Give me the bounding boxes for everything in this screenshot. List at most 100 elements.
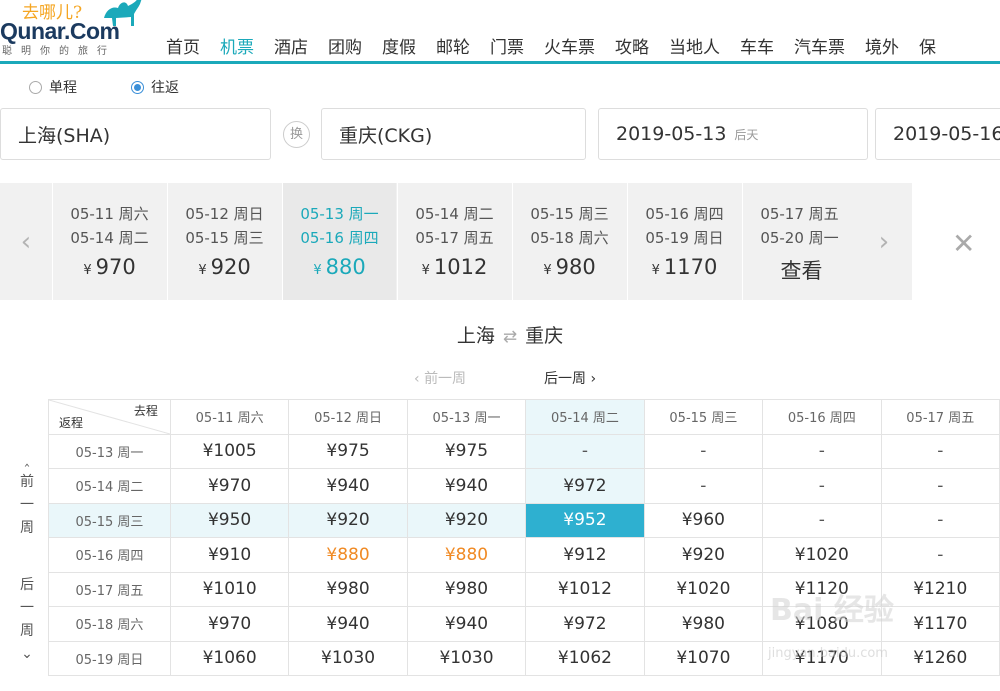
return-date-header: 05-18 周六 (48, 606, 171, 642)
price-cell[interactable]: ¥1080 (762, 606, 882, 642)
price-cell[interactable]: ¥972 (525, 468, 645, 504)
price-cell[interactable]: ¥975 (406, 433, 527, 469)
price-cell[interactable]: ¥1060 (169, 640, 290, 676)
price-cell[interactable]: ¥980 (643, 606, 764, 642)
price-cell[interactable]: ¥910 (169, 537, 290, 573)
price-cell[interactable]: ¥1062 (525, 640, 645, 676)
return-date: 05-16 周四 (300, 229, 379, 247)
nav-item[interactable]: 度假 (382, 33, 416, 58)
depart-date-hint: 后天 (734, 127, 759, 142)
price-cell[interactable]: ¥920 (406, 502, 527, 538)
side-prev-week-button[interactable]: ‸ 前一周 (18, 448, 36, 540)
nav-item[interactable]: 保 (919, 33, 936, 58)
price-cell[interactable]: ¥1005 (169, 433, 290, 469)
price-cell: - (762, 502, 882, 538)
price-cell[interactable]: ¥1020 (762, 537, 882, 573)
price-cell[interactable]: ¥980 (406, 571, 527, 607)
price-cell[interactable]: ¥960 (643, 502, 764, 538)
nav-item[interactable]: 团购 (328, 33, 362, 58)
price-cell[interactable]: ¥1260 (880, 640, 1000, 676)
chevron-left-icon[interactable]: ‹ (0, 183, 52, 300)
return-date-header: 05-16 周四 (48, 537, 171, 573)
price-cell[interactable]: ¥970 (169, 468, 290, 504)
side-label-char: 前 (20, 474, 34, 490)
price-cell[interactable]: ¥920 (643, 537, 764, 573)
nav-item[interactable]: 酒店 (274, 33, 308, 58)
date-option[interactable]: 05-17 周五 05-20 周一 查看 (742, 183, 856, 300)
prev-week-link[interactable]: ‹ 前一周 (414, 368, 466, 388)
site-header: 去哪儿? Qunar.Com 聪明你的旅行 首页 机票 酒店 团购 度假 邮轮 门票 火车票攻… (0, 0, 1000, 62)
price-cell[interactable]: ¥1170 (880, 606, 1000, 642)
depart-date-input[interactable]: 2019-05-13 后天 (598, 108, 868, 160)
chevron-right-icon[interactable]: › (858, 183, 910, 300)
price-cell[interactable]: ¥1030 (406, 640, 527, 676)
price-value: 980 (555, 255, 596, 279)
price-cell[interactable]: ¥952 (525, 502, 645, 538)
price-cell: - (762, 433, 882, 469)
return-date: 05-17 周五 (415, 229, 494, 247)
price-cell[interactable]: ¥940 (288, 606, 408, 642)
price-cell[interactable]: ¥880 (288, 537, 408, 573)
nav-item[interactable]: 当地人 (669, 33, 720, 58)
currency-symbol: ¥ (83, 263, 92, 278)
price-cell: - (880, 433, 1000, 469)
nav-item[interactable]: 门票 (490, 33, 524, 58)
price-cell[interactable]: ¥920 (288, 502, 408, 538)
arrival-city-input[interactable]: 重庆(CKG) (321, 108, 586, 160)
price-cell[interactable]: ¥975 (288, 433, 408, 469)
next-week-link[interactable]: 后一周 › (544, 368, 596, 388)
nav-item[interactable]: 境外 (865, 33, 899, 58)
price-cell[interactable]: ¥912 (525, 537, 645, 573)
date-option[interactable]: 05-13 周一 05-16 周四 ¥880 (282, 183, 396, 300)
date-option[interactable]: 05-15 周三 05-18 周六 ¥980 (512, 183, 626, 300)
nav-item[interactable]: 汽车票 (794, 33, 845, 58)
price-cell[interactable]: ¥1210 (880, 571, 1000, 607)
currency-symbol: ¥ (651, 263, 660, 278)
side-next-week-button[interactable]: 后一周 ⌄ (18, 574, 36, 666)
price-cell[interactable]: ¥940 (406, 468, 527, 504)
price-cell[interactable]: ¥1010 (169, 571, 290, 607)
date-option[interactable]: 05-14 周二 05-17 周五 ¥1012 (397, 183, 511, 300)
price-cell[interactable]: ¥1012 (525, 571, 645, 607)
price-cell[interactable]: ¥1030 (288, 640, 408, 676)
date-option[interactable]: 05-11 周六 05-14 周二 ¥970 (52, 183, 166, 300)
price-cell[interactable]: ¥880 (406, 537, 527, 573)
date-option[interactable]: 05-16 周四 05-19 周日 ¥1170 (627, 183, 741, 300)
return-date: 05-20 周一 (760, 229, 839, 247)
outbound-date: 05-14 周二 (415, 205, 494, 223)
round-trip-radio[interactable]: 往返 (131, 76, 179, 98)
close-icon[interactable]: ✕ (952, 230, 975, 258)
departure-city-input[interactable]: 上海(SHA) (0, 108, 271, 160)
qunar-logo[interactable]: 去哪儿? Qunar.Com 聪明你的旅行 (0, 0, 160, 62)
price-cell[interactable]: ¥940 (288, 468, 408, 504)
price-cell[interactable]: ¥972 (525, 606, 645, 642)
one-way-radio[interactable]: 单程 (29, 76, 77, 98)
swap-cities-button[interactable]: 换 (283, 121, 310, 148)
outbound-date-header: 05-16 周四 (762, 399, 882, 435)
date-option[interactable]: 05-12 周日 05-15 周三 ¥920 (167, 183, 281, 300)
price-cell[interactable]: ¥1020 (643, 571, 764, 607)
nav-item[interactable]: 机票 (220, 33, 254, 58)
return-date-header: 05-15 周三 (48, 502, 171, 538)
price-cell[interactable]: ¥940 (406, 606, 527, 642)
return-date-input[interactable]: 2019-05-16 (875, 108, 1000, 160)
side-label-char: 周 (20, 623, 34, 639)
price-cell[interactable]: ¥1070 (643, 640, 764, 676)
price-cell[interactable]: ¥1120 (762, 571, 882, 607)
price-cell[interactable]: ¥980 (288, 571, 408, 607)
nav-item[interactable]: 火车票 (544, 33, 595, 58)
price-cell[interactable]: ¥950 (169, 502, 290, 538)
nav-item[interactable]: 车车 (740, 33, 774, 58)
nav-item[interactable]: 首页 (166, 33, 200, 58)
nav-item[interactable]: 邮轮 (436, 33, 470, 58)
outbound-date: 05-13 周一 (300, 205, 379, 223)
price-cell: - (880, 502, 1000, 538)
next-week-label: 后一周 (544, 371, 586, 387)
nav-item[interactable]: 攻略 (615, 33, 649, 58)
price-cell: - (880, 537, 1000, 573)
return-date-header: 05-17 周五 (48, 571, 171, 607)
prev-week-label: 前一周 (424, 371, 467, 387)
price-cell[interactable]: ¥970 (169, 606, 290, 642)
logo-subtitle: 聪明你的旅行 (2, 46, 116, 57)
price-cell[interactable]: ¥1170 (762, 640, 882, 676)
